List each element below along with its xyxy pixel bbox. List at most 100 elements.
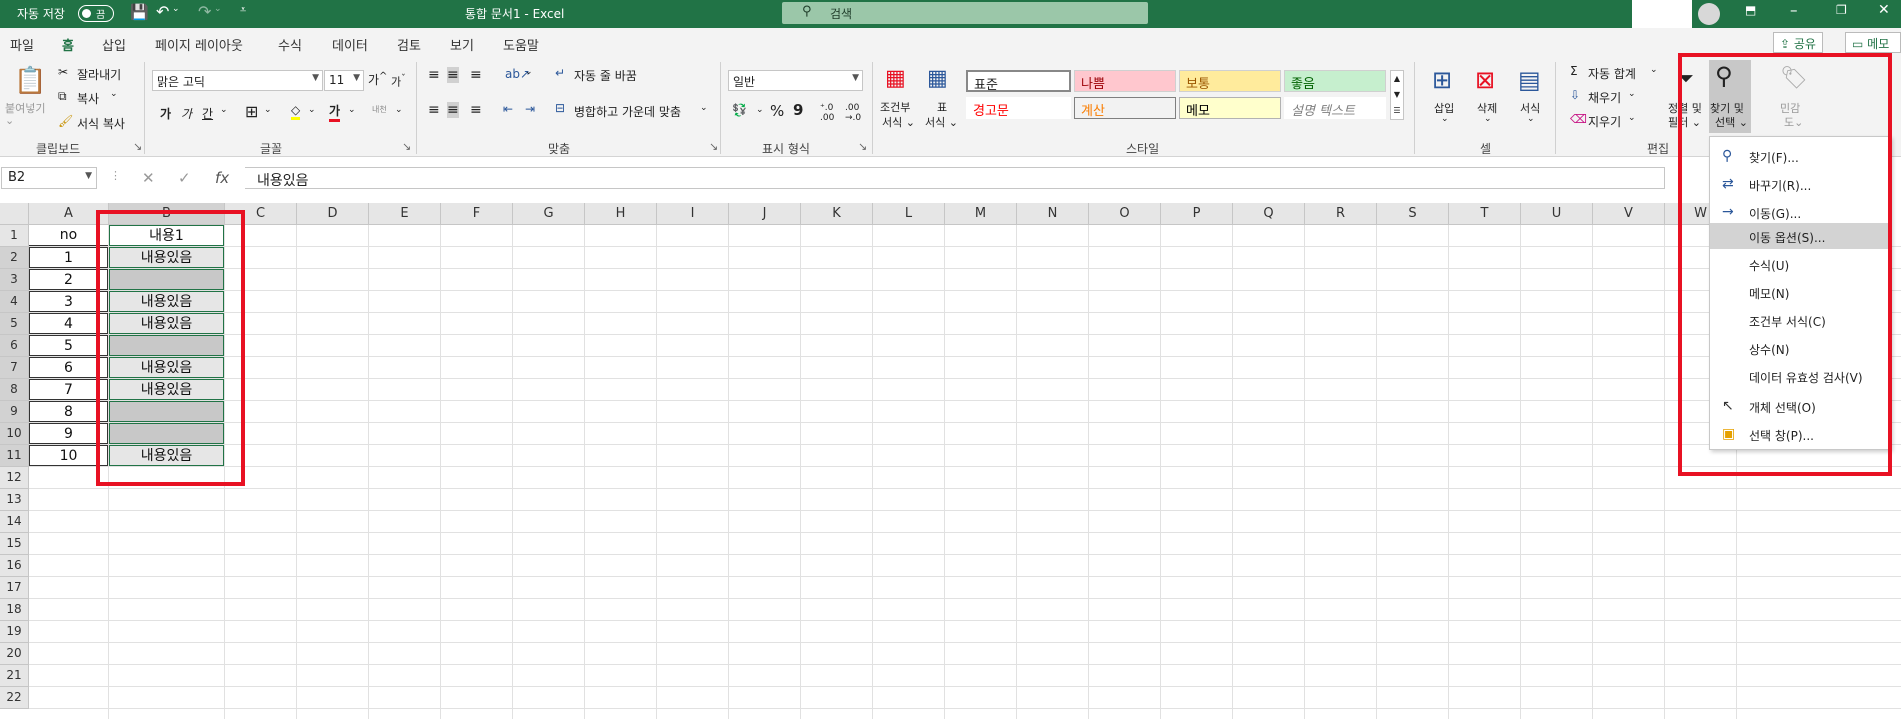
row-header-18[interactable]: 18 <box>0 599 29 621</box>
tab-file[interactable]: 파일 <box>10 35 34 54</box>
redo-dropdown-icon[interactable]: ⌄ <box>214 4 222 14</box>
cancel-icon[interactable]: ✕ <box>142 169 155 187</box>
save-icon[interactable]: 💾 <box>130 3 149 21</box>
tab-page-layout[interactable]: 페이지 레이아웃 <box>155 35 243 54</box>
name-box[interactable]: B2 ▼ <box>1 167 97 189</box>
font-size-combo[interactable]: 11 ▼ <box>324 70 364 91</box>
tab-view[interactable]: 보기 <box>450 35 474 54</box>
worksheet-grid[interactable]: A B C D E F G H I J K L M N O P Q R S T U V W 1 2 3 4 5 6 7 8 9 10 11 12 13… <box>0 203 1901 719</box>
redo-icon[interactable]: ↷ <box>198 2 211 21</box>
column-header-j[interactable]: J <box>729 203 801 225</box>
format-as-table-label[interactable]: 표 <box>937 99 947 115</box>
search-box[interactable]: ⚲ 검색 <box>782 2 1148 24</box>
row-header-5[interactable]: 5 <box>0 313 29 335</box>
accounting-dropdown-icon[interactable]: ⌄ <box>756 105 764 115</box>
paste-icon[interactable]: 📋 <box>14 66 46 96</box>
copy-label[interactable]: 복사 <box>77 90 99 107</box>
row-header-15[interactable]: 15 <box>0 533 29 555</box>
column-header-u[interactable]: U <box>1521 203 1593 225</box>
undo-dropdown-icon[interactable]: ⌄ <box>172 4 180 14</box>
row-header-7[interactable]: 7 <box>0 357 29 379</box>
row-header-16[interactable]: 16 <box>0 555 29 577</box>
font-name-combo[interactable]: 맑은 고딕 ▼ <box>152 70 323 91</box>
number-format-combo[interactable]: 일반 ▼ <box>728 70 863 91</box>
row-header-22[interactable]: 22 <box>0 687 29 709</box>
copy-icon[interactable]: ⧉ <box>58 89 67 104</box>
merge-center-icon[interactable]: ⊟ <box>555 101 565 115</box>
increase-decimal-icon[interactable]: ⁺.0.00 <box>820 103 834 123</box>
ribbon-display-icon[interactable]: ⬒ <box>1745 3 1756 17</box>
undo-icon[interactable]: ↶ <box>156 2 169 21</box>
fill-color-icon[interactable]: ◇ <box>291 103 301 120</box>
row-header-1[interactable]: 1 <box>0 225 29 247</box>
column-header-i[interactable]: I <box>657 203 729 225</box>
decrease-indent-icon[interactable]: ⇤ <box>503 102 513 116</box>
font-color-icon[interactable]: 가 <box>329 102 341 122</box>
column-header-o[interactable]: O <box>1089 203 1161 225</box>
insert-dropdown-icon[interactable]: ⌄ <box>1441 114 1449 124</box>
row-header-2[interactable]: 2 <box>0 247 29 269</box>
style-neutral[interactable]: 보통 <box>1179 70 1281 92</box>
align-left-icon[interactable]: ≡ <box>428 102 440 118</box>
paste-dropdown-icon[interactable]: ⌄ <box>5 114 14 127</box>
wrap-text-icon[interactable]: ↵ <box>555 66 565 80</box>
share-button[interactable]: ⇪ 공유 <box>1773 32 1823 53</box>
row-header-21[interactable]: 21 <box>0 665 29 687</box>
format-painter-label[interactable]: 서식 복사 <box>77 115 125 132</box>
align-middle-icon[interactable]: ≡ <box>447 67 459 83</box>
style-bad[interactable]: 나쁨 <box>1074 70 1176 92</box>
autosave-toggle[interactable]: 끔 <box>78 5 114 22</box>
column-header-r[interactable]: R <box>1305 203 1377 225</box>
autosum-label[interactable]: 자동 합계 <box>1588 65 1636 82</box>
avatar[interactable] <box>1698 3 1720 25</box>
row-header-6[interactable]: 6 <box>0 335 29 357</box>
style-note[interactable]: 메모 <box>1179 97 1281 119</box>
row-header-12[interactable]: 12 <box>0 467 29 489</box>
grow-font-button[interactable]: 가^ <box>368 71 387 88</box>
accounting-icon[interactable]: 💱 <box>732 103 747 117</box>
italic-button[interactable]: 가 <box>181 105 192 122</box>
number-launcher-icon[interactable]: ↘ <box>858 140 867 153</box>
comma-button[interactable]: 9 <box>793 101 803 119</box>
merge-dropdown-icon[interactable]: ⌄ <box>700 103 708 113</box>
column-header-s[interactable]: S <box>1377 203 1449 225</box>
column-header-t[interactable]: T <box>1449 203 1521 225</box>
row-header-4[interactable]: 4 <box>0 291 29 313</box>
phonetic-button[interactable]: 내천 <box>372 104 387 115</box>
tab-formulas[interactable]: 수식 <box>278 35 302 54</box>
merge-center-label[interactable]: 병합하고 가운데 맞춤 <box>574 103 681 120</box>
align-center-icon[interactable]: ≡ <box>447 102 459 118</box>
borders-dropdown-icon[interactable]: ⌄ <box>264 105 272 115</box>
row-header-13[interactable]: 13 <box>0 489 29 511</box>
enter-icon[interactable]: ✓ <box>178 169 191 187</box>
percent-button[interactable]: % <box>770 102 784 120</box>
column-header-k[interactable]: K <box>801 203 873 225</box>
style-good[interactable]: 좋음 <box>1284 70 1386 92</box>
underline-dropdown-icon[interactable]: ⌄ <box>220 105 228 115</box>
align-bottom-icon[interactable]: ≡ <box>470 67 482 83</box>
wrap-text-label[interactable]: 자동 줄 바꿈 <box>574 67 637 84</box>
format-dropdown-icon[interactable]: ⌄ <box>1527 114 1535 124</box>
delete-cells-icon[interactable]: ⊠ <box>1475 66 1495 94</box>
column-header-l[interactable]: L <box>873 203 945 225</box>
conditional-format-icon[interactable]: ▦ <box>885 66 906 91</box>
column-header-g[interactable]: G <box>513 203 585 225</box>
row-header-17[interactable]: 17 <box>0 577 29 599</box>
orientation-dropdown-icon[interactable]: ⌄ <box>525 67 533 77</box>
clear-dropdown-icon[interactable]: ⌄ <box>1628 113 1636 123</box>
clear-label[interactable]: 지우기 <box>1588 113 1621 130</box>
column-header-f[interactable]: F <box>441 203 513 225</box>
cut-icon[interactable]: ✂ <box>58 65 68 79</box>
font-launcher-icon[interactable]: ↘ <box>402 140 411 153</box>
borders-icon[interactable]: ⊞ <box>245 102 258 121</box>
row-header-20[interactable]: 20 <box>0 643 29 665</box>
increase-indent-icon[interactable]: ⇥ <box>525 102 535 116</box>
conditional-format-label2[interactable]: 서식 ⌄ <box>882 114 915 130</box>
minimize-icon[interactable]: – <box>1790 1 1798 19</box>
row-header-8[interactable]: 8 <box>0 379 29 401</box>
style-normal[interactable]: 표준 <box>966 70 1071 93</box>
row-header-19[interactable]: 19 <box>0 621 29 643</box>
delete-dropdown-icon[interactable]: ⌄ <box>1484 114 1492 124</box>
shrink-font-button[interactable]: 가ˇ <box>391 73 406 90</box>
column-header-e[interactable]: E <box>369 203 441 225</box>
